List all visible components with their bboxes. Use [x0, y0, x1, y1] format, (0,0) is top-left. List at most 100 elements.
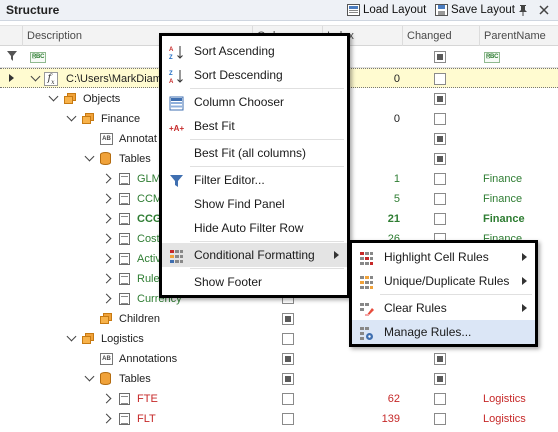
filter-icon [169, 173, 184, 188]
expand-rule-icon[interactable] [101, 273, 112, 284]
expand-logistics-icon[interactable] [66, 331, 77, 342]
ccg-changed-checkbox[interactable] [434, 213, 446, 225]
pin-icon[interactable] [518, 2, 528, 18]
logistics-annotations-order-checkbox[interactable] [282, 353, 294, 365]
menu-item-sort-descending[interactable]: ZA Sort Descending [162, 63, 347, 87]
expand-ccg-icon[interactable] [101, 213, 112, 224]
submenu-arrow-icon [522, 304, 527, 312]
expand-flt-icon[interactable] [101, 413, 112, 424]
expand-activ-icon[interactable] [101, 253, 112, 264]
filter-editor-label: Filter Editor... [194, 173, 265, 187]
fte-changed-checkbox[interactable] [434, 393, 446, 405]
load-layout-button[interactable]: Load Layout [347, 2, 426, 18]
menu-item-hide-auto-filter-row[interactable]: Hide Auto Filter Row [162, 216, 347, 240]
menu-item-best-fit[interactable]: +A+ Best Fit [162, 114, 347, 138]
show-find-panel-label: Show Find Panel [194, 197, 285, 211]
expand-objects-icon[interactable] [48, 91, 59, 102]
column-parent-name[interactable]: ParentName [479, 26, 558, 46]
expand-glm-icon[interactable] [101, 173, 112, 184]
logistics-tables-changed-checkbox[interactable] [434, 373, 446, 385]
expand-fte-icon[interactable] [101, 393, 112, 404]
children-label: Children [119, 313, 160, 325]
tree-row-flt[interactable]: FLT 139 Logistics [0, 409, 558, 429]
logistics-order-checkbox[interactable] [282, 333, 294, 345]
table-icon [119, 233, 130, 245]
fte-index: 62 [387, 393, 400, 405]
finance-annotations-changed-checkbox[interactable] [434, 133, 446, 145]
menu-item-show-footer[interactable]: Show Footer [162, 270, 347, 294]
menu-item-manage-rules[interactable]: Manage Rules... [352, 320, 535, 344]
objects-changed-checkbox[interactable] [434, 93, 446, 105]
finance-label: Finance [101, 113, 141, 125]
clear-rules-icon [359, 301, 374, 316]
conditional-formatting-icon [169, 248, 184, 263]
logistics-tables-label: Tables [119, 373, 151, 385]
folder-icon [82, 333, 94, 344]
unique-duplicate-rules-label: Unique/Duplicate Rules [384, 274, 510, 288]
root-changed-checkbox[interactable] [434, 73, 446, 85]
expand-tables-icon[interactable] [84, 371, 95, 382]
expand-finance-icon[interactable] [66, 111, 77, 122]
best-fit-label: Best Fit [194, 119, 235, 133]
ccm-changed-checkbox[interactable] [434, 193, 446, 205]
finance-changed-checkbox[interactable] [434, 113, 446, 125]
table-icon [119, 173, 130, 185]
text-filter-icon[interactable]: R̲BC [30, 52, 47, 63]
menu-separator [190, 241, 344, 242]
changed-filter-checkbox[interactable] [434, 51, 446, 63]
folder-icon [82, 113, 94, 124]
menu-item-sort-ascending[interactable]: AZ Sort Ascending [162, 39, 347, 63]
expand-root-icon[interactable] [30, 71, 41, 82]
fte-order-checkbox[interactable] [282, 393, 294, 405]
svg-text:A: A [169, 79, 174, 84]
menu-item-column-chooser[interactable]: Column Chooser [162, 90, 347, 114]
model-function-icon: fx [44, 72, 58, 86]
column-changed[interactable]: Changed [402, 26, 479, 46]
sort-descending-icon: ZA [169, 68, 184, 85]
menu-item-clear-rules[interactable]: Clear Rules [352, 296, 535, 320]
row-focus-indicator-icon [9, 74, 14, 82]
parent-name-filter-icon[interactable]: R̲BC [484, 52, 501, 63]
flt-changed-checkbox[interactable] [434, 413, 446, 425]
expand-tables-icon[interactable] [84, 151, 95, 162]
glm-label: GLM [137, 173, 161, 185]
save-layout-button[interactable]: Save Layout [435, 2, 515, 18]
menu-item-highlight-cell-rules[interactable]: Highlight Cell Rules [352, 245, 535, 269]
load-layout-label: Load Layout [363, 4, 427, 16]
tree-row-fte[interactable]: FTE 62 Logistics [0, 389, 558, 409]
ccm-parent: Finance [483, 193, 523, 205]
tree-row-logistics-annotations[interactable]: AB Annotations [0, 349, 558, 369]
activ-label: Activ [137, 253, 161, 265]
finance-tables-changed-checkbox[interactable] [434, 153, 446, 165]
menu-item-filter-editor[interactable]: Filter Editor... [162, 168, 347, 192]
root-label: C:\Users\MarkDiam [66, 73, 162, 85]
tree-row-logistics-tables[interactable]: Tables [0, 369, 558, 389]
logistics-annotations-changed-checkbox[interactable] [434, 353, 446, 365]
svg-text:A: A [169, 47, 174, 53]
expand-ccm-icon[interactable] [101, 193, 112, 204]
expand-currency-icon[interactable] [101, 293, 112, 304]
menu-item-conditional-formatting[interactable]: Conditional Formatting [162, 243, 347, 267]
submenu-arrow-icon [522, 277, 527, 285]
flt-order-checkbox[interactable] [282, 413, 294, 425]
ccg-parent: Finance [483, 213, 525, 225]
svg-text:Z: Z [169, 55, 173, 60]
expand-cost-icon[interactable] [101, 233, 112, 244]
menu-item-show-find-panel[interactable]: Show Find Panel [162, 192, 347, 216]
glm-changed-checkbox[interactable] [434, 173, 446, 185]
cost-label: Cost [137, 233, 160, 245]
objects-label: Objects [83, 93, 121, 105]
fte-label: FTE [137, 393, 158, 405]
menu-item-unique-duplicate-rules[interactable]: Unique/Duplicate Rules [352, 269, 535, 293]
fte-parent: Logistics [483, 393, 526, 405]
best-fit-icon: +A+ [169, 119, 184, 134]
manage-rules-label: Manage Rules... [384, 325, 472, 339]
logistics-tables-order-checkbox[interactable] [282, 373, 294, 385]
table-icon [119, 193, 130, 205]
show-footer-label: Show Footer [194, 275, 263, 289]
menu-item-best-fit-all[interactable]: Best Fit (all columns) [162, 141, 347, 165]
table-icon [119, 293, 130, 305]
close-icon[interactable] [539, 2, 549, 18]
table-icon [119, 413, 130, 425]
children-order-checkbox[interactable] [282, 313, 294, 325]
